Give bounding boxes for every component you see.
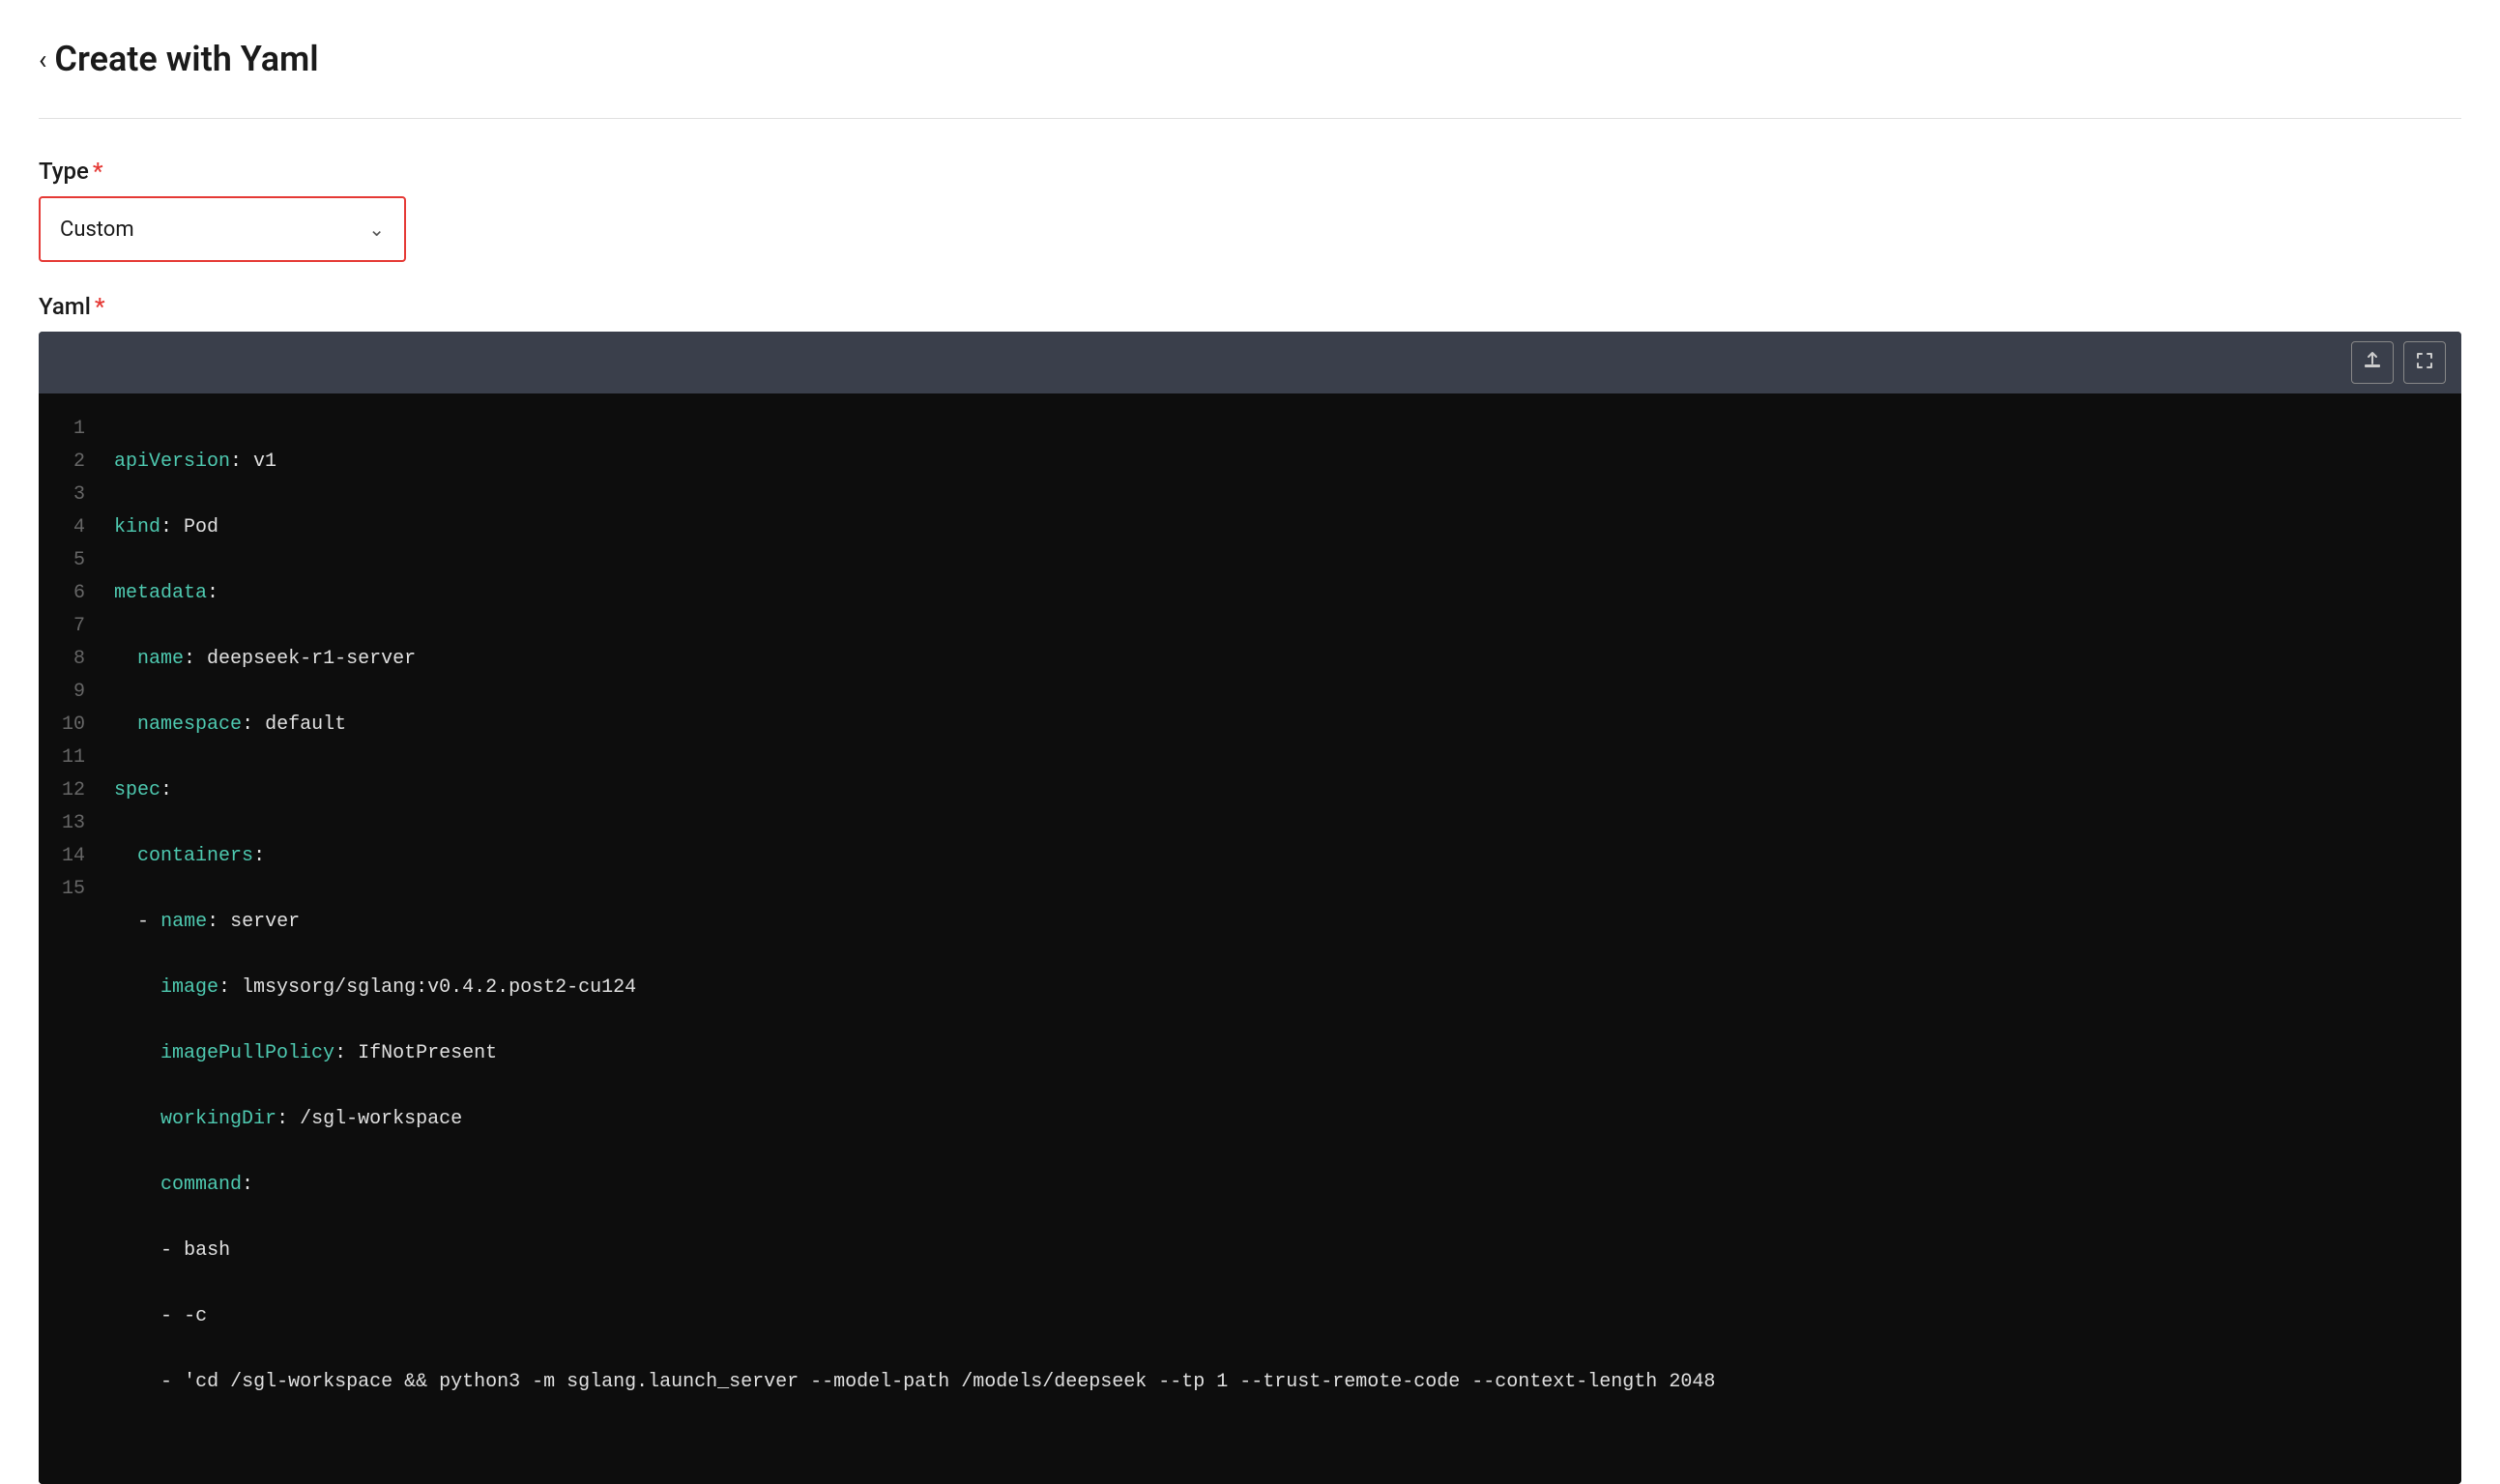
code-line-14: - -c bbox=[114, 1300, 2442, 1333]
type-label-text: Type bbox=[39, 158, 89, 185]
yaml-editor[interactable]: 1 2 3 4 5 6 7 8 9 10 11 12 13 14 15 apiV… bbox=[39, 332, 2461, 1484]
line-number: 6 bbox=[62, 577, 85, 610]
code-line-2: kind: Pod bbox=[114, 511, 2442, 544]
line-number: 2 bbox=[62, 446, 85, 479]
code-line-10: imagePullPolicy: IfNotPresent bbox=[114, 1037, 2442, 1070]
page-header: ‹ Create with Yaml bbox=[39, 39, 2461, 79]
upload-button[interactable] bbox=[2351, 341, 2394, 384]
line-number: 15 bbox=[62, 873, 85, 906]
upload-icon bbox=[2363, 351, 2382, 375]
line-number: 5 bbox=[62, 544, 85, 577]
yaml-label: Yaml * bbox=[39, 293, 2461, 320]
chevron-down-icon: ⌄ bbox=[368, 218, 385, 241]
line-numbers: 1 2 3 4 5 6 7 8 9 10 11 12 13 14 15 bbox=[39, 393, 104, 1484]
code-content[interactable]: apiVersion: v1 kind: Pod metadata: name:… bbox=[104, 393, 2461, 1484]
expand-icon bbox=[2415, 351, 2434, 375]
back-button[interactable]: ‹ bbox=[39, 44, 46, 75]
code-line-15: - 'cd /sgl-workspace && python3 -m sglan… bbox=[114, 1366, 2442, 1399]
line-number: 7 bbox=[62, 610, 85, 643]
type-field-section: Type * Custom ⌄ bbox=[39, 158, 2461, 262]
yaml-label-text: Yaml bbox=[39, 293, 91, 320]
line-number: 11 bbox=[62, 742, 85, 774]
yaml-required-star: * bbox=[95, 293, 105, 320]
page-title: Create with Yaml bbox=[54, 39, 318, 79]
type-dropdown-value: Custom bbox=[60, 218, 134, 242]
code-line-11: workingDir: /sgl-workspace bbox=[114, 1103, 2442, 1136]
code-line-3: metadata: bbox=[114, 577, 2442, 610]
code-line-4: name: deepseek-r1-server bbox=[114, 643, 2442, 676]
line-number: 9 bbox=[62, 676, 85, 709]
page-container: ‹ Create with Yaml Type * Custom ⌄ Yaml … bbox=[0, 0, 2500, 1484]
code-line-5: namespace: default bbox=[114, 709, 2442, 742]
line-number: 4 bbox=[62, 511, 85, 544]
code-line-7: containers: bbox=[114, 840, 2442, 873]
line-number: 13 bbox=[62, 807, 85, 840]
header-divider bbox=[39, 118, 2461, 119]
type-required-star: * bbox=[93, 158, 103, 185]
type-label: Type * bbox=[39, 158, 2461, 185]
code-line-8: - name: server bbox=[114, 906, 2442, 939]
code-line-13: - bash bbox=[114, 1235, 2442, 1267]
code-line-12: command: bbox=[114, 1169, 2442, 1202]
code-line-9: image: lmsysorg/sglang:v0.4.2.post2-cu12… bbox=[114, 972, 2442, 1004]
editor-body[interactable]: 1 2 3 4 5 6 7 8 9 10 11 12 13 14 15 apiV… bbox=[39, 393, 2461, 1484]
expand-button[interactable] bbox=[2403, 341, 2446, 384]
line-number: 14 bbox=[62, 840, 85, 873]
yaml-field-section: Yaml * bbox=[39, 293, 2461, 1484]
code-line-6: spec: bbox=[114, 774, 2442, 807]
line-number: 12 bbox=[62, 774, 85, 807]
line-number: 8 bbox=[62, 643, 85, 676]
editor-toolbar bbox=[39, 332, 2461, 393]
type-dropdown[interactable]: Custom ⌄ bbox=[39, 196, 406, 262]
line-number: 3 bbox=[62, 479, 85, 511]
code-line-1: apiVersion: v1 bbox=[114, 446, 2442, 479]
line-number: 10 bbox=[62, 709, 85, 742]
line-number: 1 bbox=[62, 413, 85, 446]
